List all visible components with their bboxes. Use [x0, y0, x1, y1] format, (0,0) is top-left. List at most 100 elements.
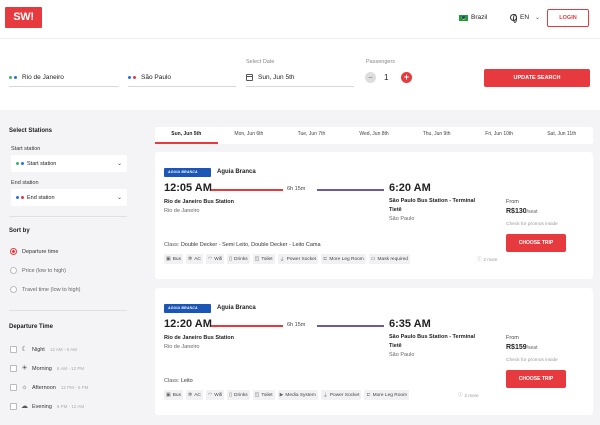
language-selector[interactable]: EN ⌄ [510, 14, 540, 23]
time-slot-label: Morning [32, 365, 52, 372]
arrival-time: 6:35 AM [389, 318, 431, 330]
amenity-label: Power Socket [286, 256, 317, 262]
destination-value: São Paulo [141, 74, 171, 81]
country-selector[interactable]: Brazil [459, 14, 487, 21]
passenger-count: 1 [384, 73, 389, 82]
class-value: Leito [180, 378, 193, 384]
amenity-label: Wifi [214, 256, 223, 262]
update-search-button[interactable]: UPDATE SEARCH [484, 69, 590, 87]
decrease-passengers-button[interactable]: − [365, 72, 376, 83]
departure-station: Rio de Janeiro Bus Station [164, 199, 234, 205]
tab-date[interactable]: Fri, Jun 10th [468, 127, 531, 144]
amenity-label: AC [194, 256, 201, 262]
date-field[interactable]: Sun, Jun 5th [246, 69, 354, 87]
amenity-label: Toilet [261, 256, 273, 262]
time-slot-label: Afternoon [32, 384, 56, 391]
from-label: From [506, 335, 519, 341]
amenity-power-socket: ⏚ Power Socket [277, 254, 319, 264]
cup-icon: ▯ [229, 392, 233, 398]
filter-morning[interactable]: ☀ Morning 6 AM - 12 PM [10, 365, 84, 372]
amenity-leg-room: ⊏ More Leg Room [321, 254, 366, 264]
chevron-down-icon: ⌄ [116, 195, 122, 201]
checkbox[interactable] [10, 346, 17, 353]
class-value: Double Decker - Semi Leito, Double Decke… [180, 242, 321, 248]
route-line-origin [211, 189, 283, 191]
time-slot-range: 12 AM - 6 AM [49, 347, 77, 352]
route-line-destination [317, 325, 384, 327]
tab-date[interactable]: Tue, Jun 7th [280, 127, 343, 144]
time-slot-range: 12 PM - 6 PM [60, 385, 89, 390]
choose-trip-button[interactable]: CHOOSE TRIP [506, 234, 566, 252]
amenity-leg-room: ⊏ More Leg Room [364, 390, 410, 400]
date-value: Sun, Jun 5th [258, 74, 295, 81]
checkbox[interactable] [10, 384, 17, 391]
sort-by-title: Sort by [9, 228, 30, 234]
price-value: R$159 [506, 344, 527, 351]
amenity-mask: ▭ Mask required [368, 254, 410, 264]
trip-card: Aguia Branca 12:05 AM 6h 15m 6:20 AM Rio… [155, 152, 593, 279]
amenity-wifi: ◠ Wifi [205, 390, 225, 400]
amenity-bus: ▣ Bus [164, 390, 184, 400]
start-station-select[interactable]: Start station ⌄ [11, 155, 127, 172]
origin-value: Rio de Janeiro [22, 74, 64, 81]
snowflake-icon: ✻ [188, 392, 193, 398]
sort-option-label: Travel time (low to high) [22, 286, 81, 293]
promo-note: Check for promos inside [506, 358, 558, 363]
divider [9, 310, 127, 311]
route-line-origin [211, 325, 283, 327]
filter-afternoon[interactable]: ☼ Afternoon 12 PM - 6 PM [10, 384, 88, 391]
per-seat-label: /seat [526, 209, 538, 215]
increase-passengers-button[interactable]: + [401, 72, 412, 83]
amenity-drinks: ▯ Drinks [227, 390, 250, 400]
amenity-ac: ✻ AC [186, 254, 203, 264]
brand-logo[interactable]: SW! [5, 7, 42, 28]
choose-trip-button[interactable]: CHOOSE TRIP [506, 370, 566, 388]
sun-icon: ☼ [21, 384, 28, 391]
tab-date[interactable]: Wed, Jun 8th [343, 127, 406, 144]
more-amenities-link[interactable]: ⓘ 2 more [458, 392, 479, 398]
sort-price[interactable]: Price (low to high) [10, 267, 66, 274]
arrival-city: São Paulo [389, 352, 415, 358]
end-station-select[interactable]: End station ⌄ [11, 189, 127, 206]
filter-night[interactable]: ☾ Night 12 AM - 6 AM [10, 346, 77, 353]
trip-duration: 6h 15m [287, 186, 306, 192]
amenity-label: Toilet [261, 392, 273, 398]
operator-logo [164, 168, 211, 177]
snowflake-icon: ✻ [188, 256, 193, 262]
time-slot-range: 6 AM - 12 PM [56, 366, 85, 371]
checkbox[interactable] [10, 403, 17, 410]
more-amenities-link[interactable]: ⓘ 2 more [477, 256, 498, 262]
departure-station: Rio de Janeiro Bus Station [164, 335, 234, 341]
time-slot-label: Evening [32, 403, 52, 410]
tab-date[interactable]: Thu, Jun 9th [405, 127, 468, 144]
login-button[interactable]: LOGIN [547, 9, 589, 27]
end-dots-icon [16, 196, 24, 199]
departure-time-title: Departure Time [9, 324, 53, 330]
tab-date[interactable]: Sun, Jun 5th [155, 127, 218, 144]
class-label: Class: [164, 242, 180, 248]
sort-departure-time[interactable]: Departure time [10, 248, 58, 255]
amenity-label: Power Socket [329, 392, 360, 398]
toilet-icon: ◫ [254, 256, 260, 262]
amenity-label: More Leg Room [329, 256, 364, 262]
destination-field[interactable]: São Paulo [128, 69, 236, 87]
amenity-toilet: ◫ Toilet [252, 254, 275, 264]
filter-evening[interactable]: ☁ Evening 6 PM - 12 AM [10, 403, 84, 410]
tab-date[interactable]: Sat, Jun 11th [530, 127, 593, 144]
origin-field[interactable]: Rio de Janeiro [9, 69, 119, 87]
sort-travel-time[interactable]: Travel time (low to high) [10, 286, 80, 293]
amenity-label: Bus [172, 256, 182, 262]
plug-icon: ⏚ [322, 392, 328, 399]
amenity-wifi: ◠ Wifi [205, 254, 225, 264]
bus-icon: ▣ [166, 392, 171, 398]
arrival-city: São Paulo [389, 216, 415, 222]
start-station-label: Start station [11, 146, 41, 152]
checkbox[interactable] [10, 365, 17, 372]
amenity-drinks: ▯ Drinks [227, 254, 250, 264]
search-bar: Rio de Janeiro São Paulo Select Date Sun… [0, 38, 600, 110]
sunset-icon: ☁ [21, 403, 28, 410]
arrival-time: 6:20 AM [389, 182, 431, 194]
amenity-label: Drinks [234, 256, 248, 262]
tab-date[interactable]: Mon, Jun 6th [218, 127, 281, 144]
amenities-list: ▣ Bus ✻ AC ◠ Wifi ▯ Drinks ◫ Toilet ⏚ Power So… [164, 254, 410, 264]
